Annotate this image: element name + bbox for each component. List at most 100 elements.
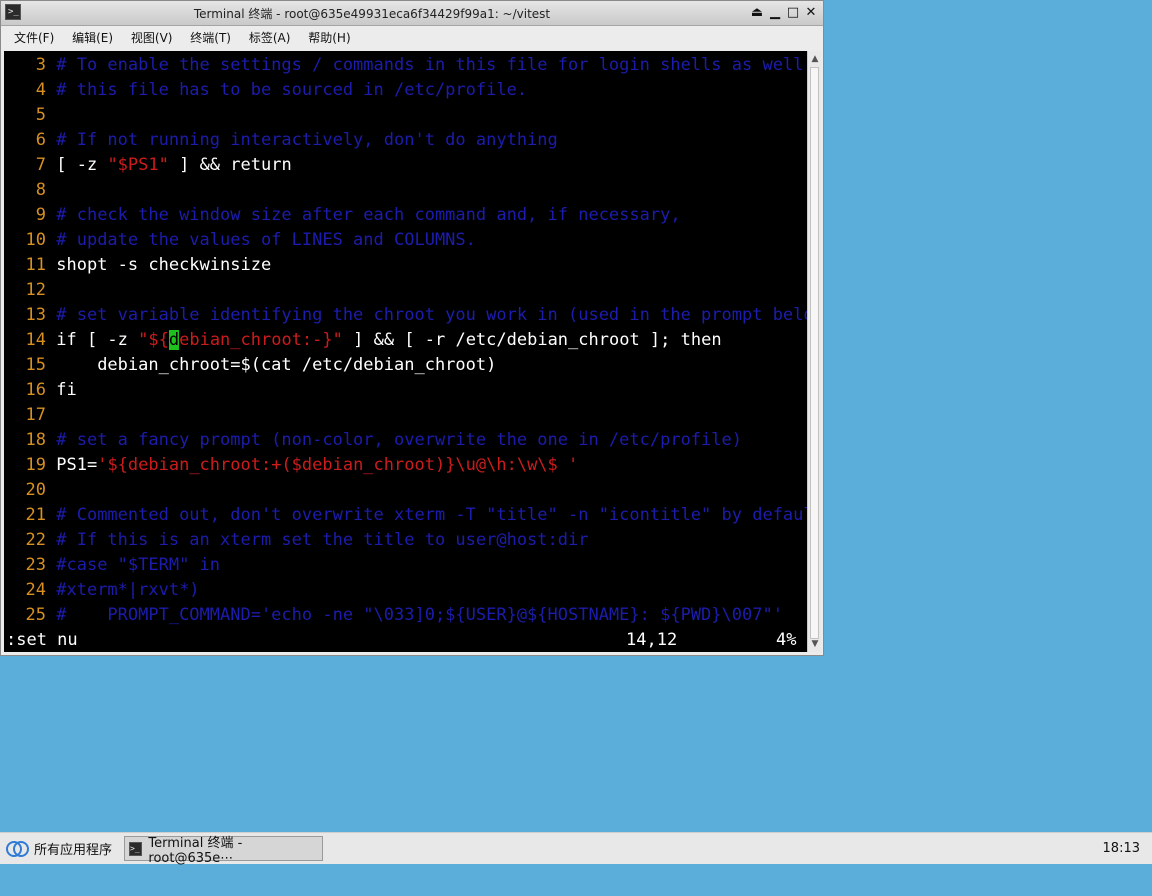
maximize-icon[interactable]: □ [785,4,801,21]
line-number: 4 [35,80,46,100]
title-bar[interactable]: >_ Terminal 终端 - root@635e49931eca6f3442… [1,1,823,26]
code-line: 11 shopt -s checkwinsize [4,253,272,278]
code-comment: # set a fancy prompt (non-color, overwri… [56,430,742,450]
code-line: 16 fi [4,378,77,403]
code-text: PS1= [56,455,98,475]
shade-icon[interactable]: ⏏ [749,4,765,21]
code-line: 5 [4,103,56,128]
code-string: "${ [138,330,169,350]
code-line: 9 # check the window size after each com… [4,203,681,228]
code-line: 4 # this file has to be sourced in /etc/… [4,78,527,103]
line-number: 10 [25,230,46,250]
line-number: 16 [25,380,46,400]
clock: 18:13 [1102,841,1140,856]
line-number: 6 [35,130,46,150]
code-line: 13 # set variable identifying the chroot… [4,303,807,328]
scroll-percent: 4% [776,630,797,650]
scroll-thumb[interactable] [810,67,819,639]
scroll-down-icon[interactable]: ▼ [809,638,821,650]
terminal-task-icon: >_ [129,841,143,856]
menu-edit[interactable]: 编辑(E) [72,31,113,45]
code-line: 15 debian_chroot=$(cat /etc/debian_chroo… [4,353,497,378]
code-line: 18 # set a fancy prompt (non-color, over… [4,428,742,453]
code-text: shopt -s checkwinsize [56,255,272,275]
terminal-text-area[interactable]: :set nu 14,12 4% 3 # To enable the setti… [4,51,807,652]
code-text: [ -z [56,155,108,175]
line-number: 13 [25,305,46,325]
code-comment: # If not running interactively, don't do… [56,130,558,150]
code-text: debian_chroot=$(cat /etc/debian_chroot) [56,355,497,375]
code-text: fi [56,380,77,400]
cursor-position: 14,12 [626,630,678,650]
menu-file[interactable]: 文件(F) [14,31,54,45]
code-line: 22 # If this is an xterm set the title t… [4,528,589,553]
code-text: ] && [ -r /etc/debian_chroot ]; then [342,330,722,350]
line-number: 14 [25,330,46,350]
code-comment: #xterm*|rxvt*) [56,580,200,600]
line-number: 21 [25,505,46,525]
code-comment: # To enable the settings / commands in t… [56,55,807,75]
line-number: 8 [35,180,46,200]
code-comment: # check the window size after each comma… [56,205,681,225]
taskbar-terminal-label: Terminal 终端 - root@635e⋯ [148,835,243,866]
taskbar-terminal-button[interactable]: >_ Terminal 终端 - root@635e⋯ [124,836,323,866]
code-text: ] && return [168,155,292,175]
minimize-icon[interactable]: ▁ [767,4,783,21]
applications-menu-label: 所有应用程序 [34,843,113,858]
code-line: 8 [4,178,56,203]
code-line: 24 #xterm*|rxvt*) [4,578,200,603]
code-line: 3 # To enable the settings / commands in… [4,53,807,78]
line-number: 11 [25,255,46,275]
code-comment: # If this is an xterm set the title to u… [56,530,589,550]
menu-view[interactable]: 视图(V) [131,31,173,45]
code-comment: # this file has to be sourced in /etc/pr… [56,80,528,100]
menu-help[interactable]: 帮助(H) [308,31,350,45]
code-line: 12 [4,278,56,303]
taskbar: 所有应用程序 >_ Terminal 终端 - root@635e⋯ 18:13 [0,832,1152,866]
line-number: 17 [25,405,46,425]
line-number: 7 [35,155,46,175]
line-number: 18 [25,430,46,450]
code-line: 17 [4,403,56,428]
code-string: "$PS1" [107,155,169,175]
scroll-up-icon[interactable]: ▲ [809,53,821,65]
code-text: if [ -z [56,330,139,350]
menu-bar: 文件(F) 编辑(E) 视图(V) 终端(T) 标签(A) 帮助(H) [1,26,823,50]
code-line: 20 [4,478,56,503]
code-string: ebian_chroot:-}" [179,330,343,350]
code-comment: # update the values of LINES and COLUMNS… [56,230,476,250]
line-number: 25 [25,605,46,625]
code-comment: #case "$TERM" in [56,555,221,575]
menu-terminal[interactable]: 终端(T) [190,31,231,45]
code-comment: # PROMPT_COMMAND='echo -ne "\033]0;${USE… [56,605,783,625]
text-cursor: d [168,330,180,350]
line-number: 3 [35,55,46,75]
window-title: Terminal 终端 - root@635e49931eca6f34429f9… [193,7,551,21]
terminal-window: >_ Terminal 终端 - root@635e49931eca6f3442… [0,0,824,656]
scrollbar[interactable]: ▲ ▼ [807,51,821,652]
code-line: 6 # If not running interactively, don't … [4,128,558,153]
applications-menu-button[interactable]: 所有应用程序 [6,833,112,864]
code-string: '${debian_chroot:+($debian_chroot)}\u@\h… [97,455,579,475]
line-number: 24 [25,580,46,600]
close-icon[interactable]: ✕ [803,4,819,21]
code-comment: # set variable identifying the chroot yo… [56,305,807,325]
line-number: 9 [35,205,46,225]
line-number: 22 [25,530,46,550]
line-number: 23 [25,555,46,575]
code-line: 10 # update the values of LINES and COLU… [4,228,476,253]
line-number: 12 [25,280,46,300]
code-line: 14 if [ -z "${debian_chroot:-}" ] && [ -… [4,328,722,353]
line-number: 19 [25,455,46,475]
code-line: 23 #case "$TERM" in [4,553,221,578]
vim-command-line: :set nu [6,630,78,650]
window-controls: ⏏ ▁ □ ✕ [749,4,819,22]
code-line: 19 PS1='${debian_chroot:+($debian_chroot… [4,453,579,478]
code-line: 7 [ -z "$PS1" ] && return [4,153,292,178]
line-number: 20 [25,480,46,500]
menu-tabs[interactable]: 标签(A) [249,31,291,45]
code-comment: # Commented out, don't overwrite xterm -… [56,505,807,525]
code-line: 21 # Commented out, don't overwrite xter… [4,503,807,528]
line-number: 5 [35,105,46,125]
code-line: 25 # PROMPT_COMMAND='echo -ne "\033]0;${… [4,603,783,628]
